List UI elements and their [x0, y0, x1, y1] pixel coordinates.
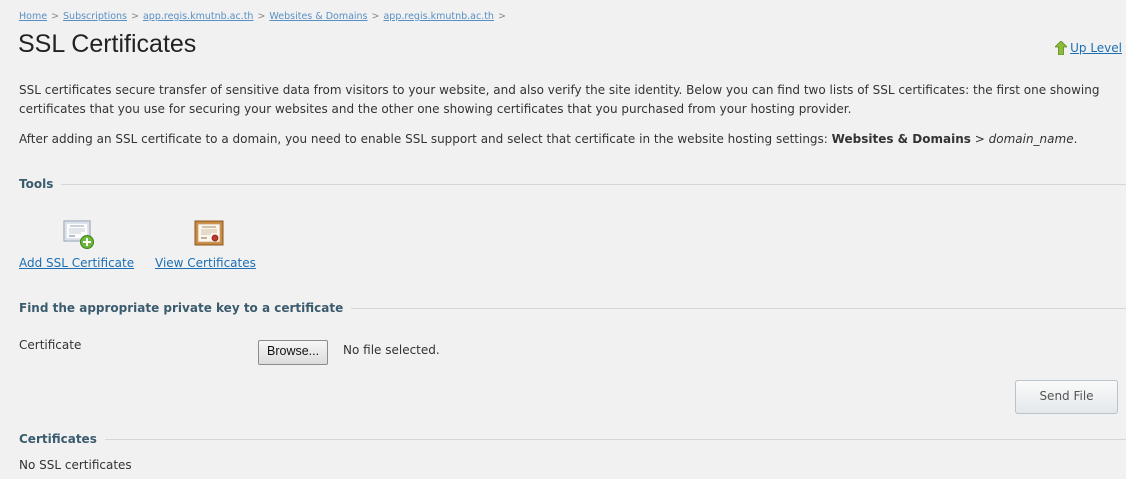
certificates-section-header: Certificates: [19, 432, 1126, 446]
view-certificates-tool[interactable]: View Certificates: [155, 218, 256, 270]
section-divider: [61, 183, 1126, 185]
certificate-view-icon[interactable]: [193, 218, 225, 250]
browse-button[interactable]: Browse...: [258, 340, 329, 365]
empty-certificates-message: No SSL certificates: [19, 458, 132, 472]
up-level-link[interactable]: Up Level: [1055, 41, 1122, 55]
section-divider: [104, 438, 1126, 440]
breadcrumb-websites-domains[interactable]: Websites & Domains: [269, 11, 367, 22]
section-divider: [351, 307, 1126, 309]
certificate-add-icon[interactable]: [63, 218, 95, 250]
ssl-hint-separator: >: [970, 132, 989, 146]
certificates-section-title: Certificates: [19, 432, 97, 446]
breadcrumb-subscriptions[interactable]: Subscriptions: [63, 11, 127, 22]
intro-paragraph: SSL certificates secure transfer of sens…: [19, 83, 1100, 116]
ssl-hint-text: After adding an SSL certificate to a dom…: [19, 132, 832, 146]
find-key-section-header: Find the appropriate private key to a ce…: [19, 301, 1126, 315]
breadcrumb-subscription-domain[interactable]: app.regis.kmutnb.ac.th: [143, 11, 253, 22]
ssl-hint-end: .: [1073, 132, 1078, 146]
up-level-label[interactable]: Up Level: [1070, 41, 1122, 55]
ssl-hint-path-bold: Websites & Domains: [831, 132, 971, 146]
breadcrumb-separator: >: [51, 11, 60, 22]
breadcrumb-domain[interactable]: app.regis.kmutnb.ac.th: [383, 11, 493, 22]
ssl-hint-path-italic: domain_name: [988, 132, 1074, 146]
certificate-field-label: Certificate: [19, 338, 82, 352]
find-key-section-title: Find the appropriate private key to a ce…: [19, 301, 344, 315]
breadcrumb: Home > Subscriptions > app.regis.kmutnb.ac.t…: [19, 11, 510, 22]
send-file-button[interactable]: Send File: [1015, 380, 1118, 414]
breadcrumb-separator: >: [257, 11, 266, 22]
breadcrumb-separator: >: [131, 11, 139, 22]
ssl-hint-paragraph: After adding an SSL certificate to a dom…: [19, 130, 1114, 149]
add-ssl-certificate-tool[interactable]: Add SSL Certificate: [19, 218, 134, 270]
breadcrumb-home[interactable]: Home: [19, 11, 47, 22]
file-status-text: No file selected.: [343, 343, 440, 357]
tools-section-header: Tools: [19, 177, 1126, 191]
tools-section-title: Tools: [19, 177, 54, 191]
add-ssl-certificate-link[interactable]: Add SSL Certificate: [19, 256, 134, 270]
view-certificates-link[interactable]: View Certificates: [155, 256, 256, 270]
up-arrow-icon: [1055, 41, 1068, 55]
breadcrumb-separator: >: [371, 11, 380, 22]
breadcrumb-separator: >: [497, 11, 506, 22]
page-title: SSL Certificates: [18, 30, 197, 58]
